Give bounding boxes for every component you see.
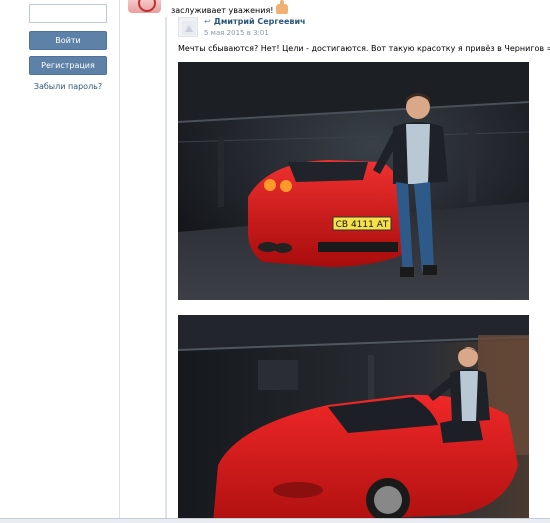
post-text: заслуживает уважения! xyxy=(171,0,289,15)
repost-quote-bar xyxy=(165,17,167,523)
repost-arrow-icon: ↩ xyxy=(204,17,211,26)
post-photo-2[interactable] xyxy=(178,315,529,523)
post-photo-1[interactable]: СВ 4111 АТ xyxy=(178,62,529,300)
login-button[interactable]: Войти xyxy=(29,31,107,50)
repost-text: Мечты сбываются? Нет! Цели - достигаются… xyxy=(178,44,550,53)
thumbs-up-icon xyxy=(276,0,289,14)
login-input[interactable] xyxy=(29,4,107,23)
left-sidebar: Войти Регистрация Забыли пароль? xyxy=(0,0,120,523)
post-text-fragment: заслуживает уважения! xyxy=(171,6,274,15)
post-avatar[interactable] xyxy=(128,0,161,13)
register-button[interactable]: Регистрация xyxy=(29,56,107,75)
repost-author[interactable]: ↩ Дмитрий Сергеевич xyxy=(204,17,306,26)
repost-avatar[interactable] xyxy=(178,17,198,37)
forgot-password-link[interactable]: Забыли пароль? xyxy=(29,82,107,91)
repost-date[interactable]: 5 мая 2015 в 3:01 xyxy=(204,29,269,37)
repost-author-name[interactable]: Дмитрий Сергеевич xyxy=(214,17,306,26)
bottom-scrollbar[interactable] xyxy=(0,518,550,523)
license-plate: СВ 4111 АТ xyxy=(336,220,389,230)
main-feed: заслуживает уважения! ↩ Дмитрий Сергеевич… xyxy=(120,0,550,523)
